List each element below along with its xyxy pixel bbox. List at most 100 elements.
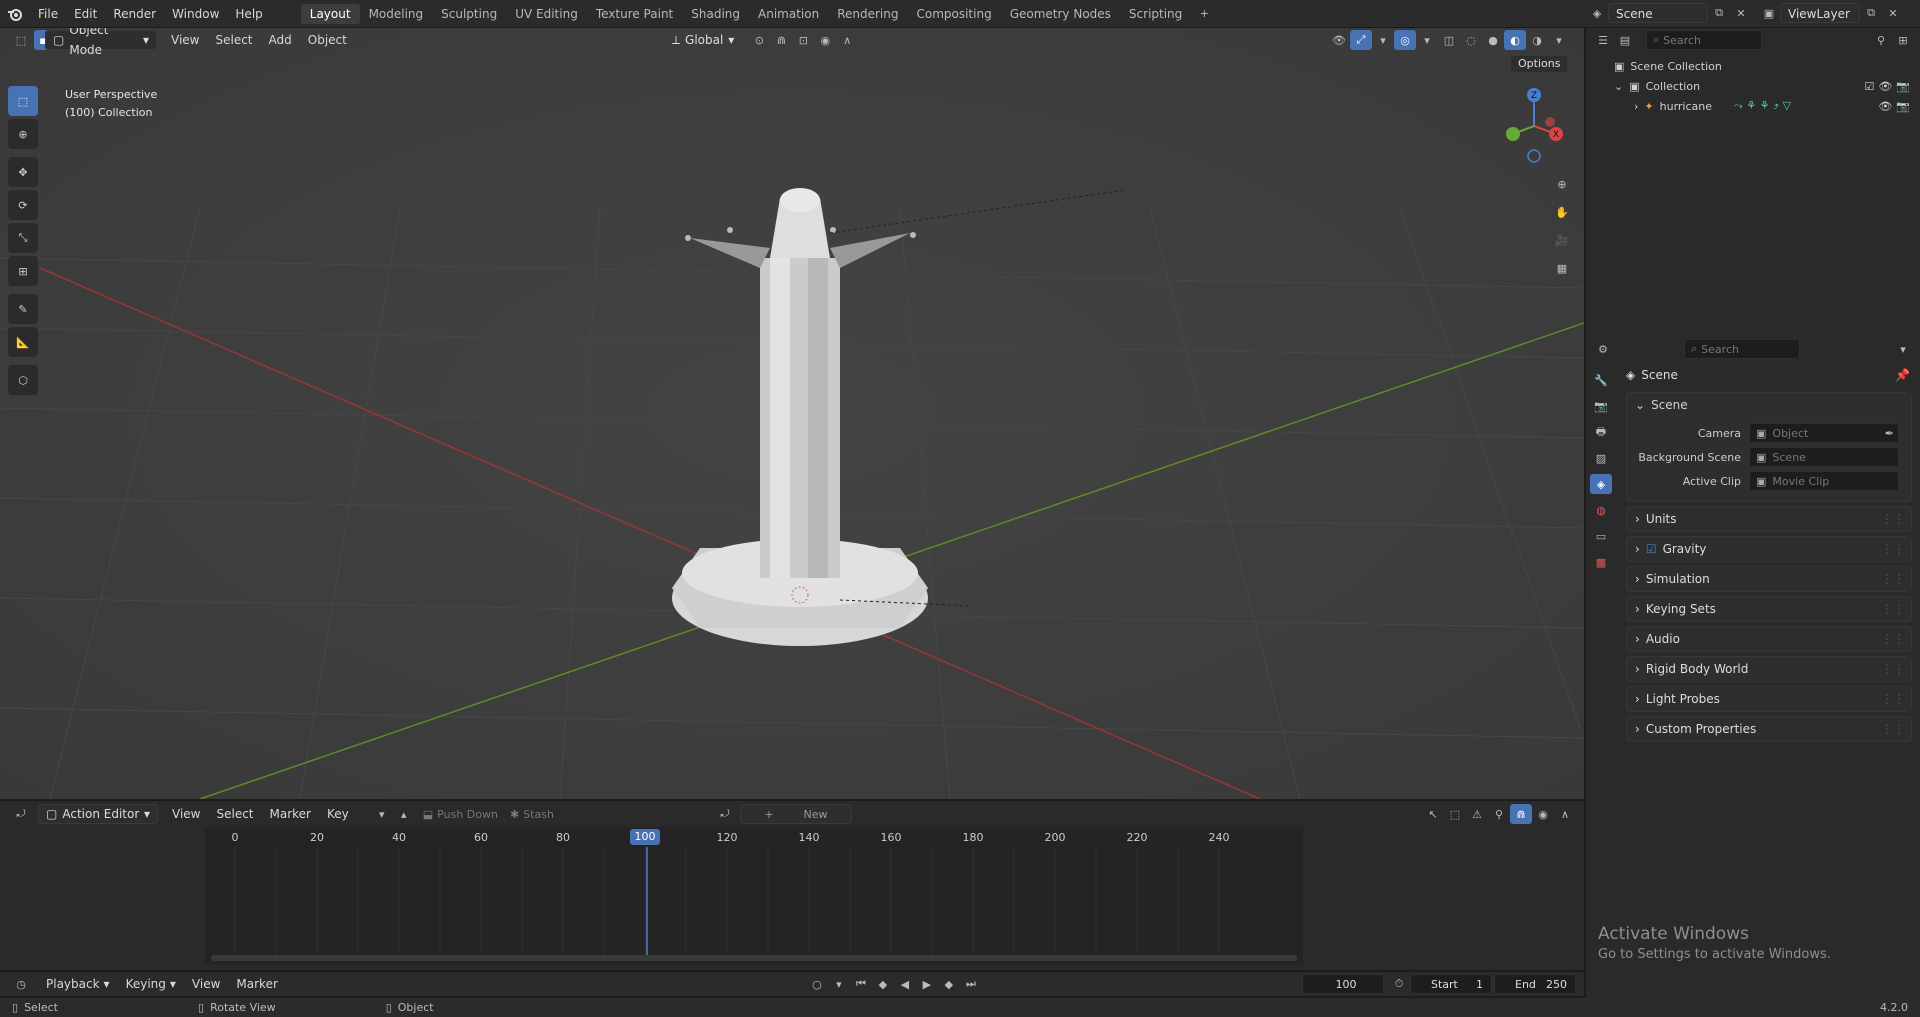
chevron-right-icon[interactable]: ›: [1634, 100, 1638, 113]
snap-target-icon[interactable]: ⊡: [792, 30, 814, 50]
move-tool-icon[interactable]: ✥: [8, 157, 38, 187]
panel-rigid-body-world[interactable]: › Rigid Body World ⋮⋮: [1626, 656, 1912, 682]
stash-button[interactable]: ✱ Stash: [510, 808, 554, 821]
start-frame-field[interactable]: Start 1: [1410, 974, 1492, 994]
drag-handle-icon[interactable]: ⋮⋮: [1881, 572, 1905, 586]
new-action-button[interactable]: + New: [739, 804, 852, 824]
playhead-frame-indicator[interactable]: 100: [630, 829, 660, 845]
scene-row-field[interactable]: ▣ Movie Clip: [1749, 471, 1899, 491]
outliner-item-collection[interactable]: ⌄ ▣ Collection ☑ 👁 📷: [1586, 76, 1920, 96]
dopesheet-editor-icon[interactable]: ⤾: [10, 804, 32, 824]
gravity-checkbox[interactable]: ☑: [1646, 542, 1657, 556]
select-box-tool-icon[interactable]: ⬚: [8, 86, 38, 116]
drag-handle-icon[interactable]: ⋮⋮: [1881, 722, 1905, 736]
filter-icon[interactable]: ⚲: [1870, 30, 1892, 50]
zoom-icon[interactable]: ⊕: [1551, 174, 1573, 194]
timeline-menu-keying[interactable]: Keying ▾: [118, 974, 184, 994]
only-errors-icon[interactable]: ⚠: [1466, 804, 1488, 824]
viewport-menu-view[interactable]: View: [163, 30, 207, 50]
panel-gravity[interactable]: › ☑ Gravity ⋮⋮: [1626, 536, 1912, 562]
add-workspace-icon[interactable]: +: [1193, 4, 1215, 24]
menu-edit[interactable]: Edit: [66, 4, 105, 24]
drag-handle-icon[interactable]: ⋮⋮: [1881, 632, 1905, 646]
tab-uv-editing[interactable]: UV Editing: [506, 4, 587, 24]
pivot-point-icon[interactable]: ⊙: [748, 30, 770, 50]
panel-simulation[interactable]: › Simulation ⋮⋮: [1626, 566, 1912, 592]
visibility-icon[interactable]: 👁: [1328, 30, 1350, 50]
new-viewlayer-icon[interactable]: ⧉: [1860, 3, 1882, 23]
scene-row-field[interactable]: ▣ Scene: [1749, 447, 1899, 467]
drag-handle-icon[interactable]: ⋮⋮: [1881, 542, 1905, 556]
move-down-icon[interactable]: ▾: [371, 804, 393, 824]
drag-handle-icon[interactable]: ⋮⋮: [1881, 692, 1905, 706]
chevron-down-icon[interactable]: ▾: [1892, 339, 1914, 359]
panel-keying-sets[interactable]: › Keying Sets ⋮⋮: [1626, 596, 1912, 622]
camera-icon[interactable]: 📷: [1896, 100, 1910, 113]
falloff-icon[interactable]: ∧: [1554, 804, 1576, 824]
gizmo-toggle-icon[interactable]: ⤢: [1350, 30, 1372, 50]
render-tab-icon[interactable]: 📷: [1590, 396, 1612, 416]
properties-editor-icon[interactable]: ⚙: [1592, 339, 1614, 359]
scene-selector[interactable]: Scene: [1608, 3, 1708, 23]
mode-selector[interactable]: ▢ Object Mode ▾: [45, 28, 157, 57]
view-layer-tab-icon[interactable]: ▨: [1590, 448, 1612, 468]
action-editor-mode-selector[interactable]: ▢ Action Editor ▾: [38, 804, 158, 824]
play-icon[interactable]: ▶: [916, 974, 938, 994]
material-shading-icon[interactable]: ◐: [1504, 30, 1526, 50]
solid-shading-icon[interactable]: ●: [1482, 30, 1504, 50]
menu-help[interactable]: Help: [227, 4, 270, 24]
outliner-editor-icon[interactable]: ☰: [1592, 30, 1614, 50]
panel-light-probes[interactable]: › Light Probes ⋮⋮: [1626, 686, 1912, 712]
delete-viewlayer-icon[interactable]: ✕: [1882, 3, 1904, 23]
tool-tab-icon[interactable]: 🔧: [1590, 370, 1612, 390]
drag-handle-icon[interactable]: ⋮⋮: [1881, 602, 1905, 616]
viewport-menu-select[interactable]: Select: [207, 30, 260, 50]
tab-sculpting[interactable]: Sculpting: [432, 4, 506, 24]
menu-window[interactable]: Window: [164, 4, 227, 24]
viewport-menu-add[interactable]: Add: [261, 30, 300, 50]
horizontal-scrollbar[interactable]: [211, 955, 1297, 961]
cursor-tool-icon[interactable]: ⊕: [8, 119, 38, 149]
overlays-dropdown-icon[interactable]: ▾: [1416, 30, 1438, 50]
action-browse-icon[interactable]: ⤾: [714, 804, 736, 824]
checkbox-icon[interactable]: ☑: [1864, 80, 1874, 93]
delete-scene-icon[interactable]: ✕: [1730, 3, 1752, 23]
add-cube-tool-icon[interactable]: ⬡: [8, 365, 38, 395]
show-hidden-icon[interactable]: ⬚: [1444, 804, 1466, 824]
display-mode-icon[interactable]: ▤: [1614, 30, 1636, 50]
tab-animation[interactable]: Animation: [749, 4, 828, 24]
tab-texture-paint[interactable]: Texture Paint: [587, 4, 682, 24]
frame-ruler[interactable]: 0 20 40 60 80 120 140 160 180 200 220 240: [205, 827, 1303, 847]
proportional-edit-icon[interactable]: ◉: [814, 30, 836, 50]
stopwatch-icon[interactable]: ⏱: [1388, 974, 1410, 994]
timeline-menu-playback[interactable]: Playback ▾: [38, 974, 118, 994]
scale-tool-icon[interactable]: ⤡: [8, 223, 38, 253]
proportional-edit-icon[interactable]: ◉: [1532, 804, 1554, 824]
tab-shading[interactable]: Shading: [682, 4, 749, 24]
outliner-search-input[interactable]: ⌕ Search: [1646, 30, 1762, 50]
keying-dropdown-icon[interactable]: ▾: [828, 974, 850, 994]
menu-render[interactable]: Render: [105, 4, 164, 24]
tab-geometry-nodes[interactable]: Geometry Nodes: [1001, 4, 1120, 24]
3d-viewport[interactable]: ⬚ ▪ ▪ ▪ ▪ ▢ Object Mode ▾ ViewSelectAddO…: [0, 28, 1584, 799]
play-reverse-icon[interactable]: ◀: [894, 974, 916, 994]
output-tab-icon[interactable]: 🖶: [1590, 422, 1612, 442]
auto-keying-icon[interactable]: ○: [806, 974, 828, 994]
pan-hand-icon[interactable]: ✋: [1551, 202, 1573, 222]
options-button[interactable]: Options: [1510, 55, 1569, 73]
timeline-menu-view[interactable]: View: [184, 974, 228, 994]
jump-start-icon[interactable]: ⏮: [850, 974, 872, 994]
transform-tool-icon[interactable]: ⊞: [8, 256, 38, 286]
drag-handle-icon[interactable]: ⋮⋮: [1881, 662, 1905, 676]
rotate-tool-icon[interactable]: ⟳: [8, 190, 38, 220]
snap-icon[interactable]: ⋒: [1510, 804, 1532, 824]
new-collection-icon[interactable]: ⊞: [1892, 30, 1914, 50]
tab-compositing[interactable]: Compositing: [907, 4, 1000, 24]
tab-rendering[interactable]: Rendering: [828, 4, 907, 24]
overlays-toggle-icon[interactable]: ◎: [1394, 30, 1416, 50]
end-frame-field[interactable]: End 250: [1494, 974, 1576, 994]
scene-row-field[interactable]: ▣ Object ✒: [1749, 423, 1899, 443]
viewlayer-selector[interactable]: ViewLayer: [1780, 3, 1860, 23]
wireframe-shading-icon[interactable]: ◌: [1460, 30, 1482, 50]
editor-type-icon[interactable]: ⬚: [10, 30, 32, 50]
